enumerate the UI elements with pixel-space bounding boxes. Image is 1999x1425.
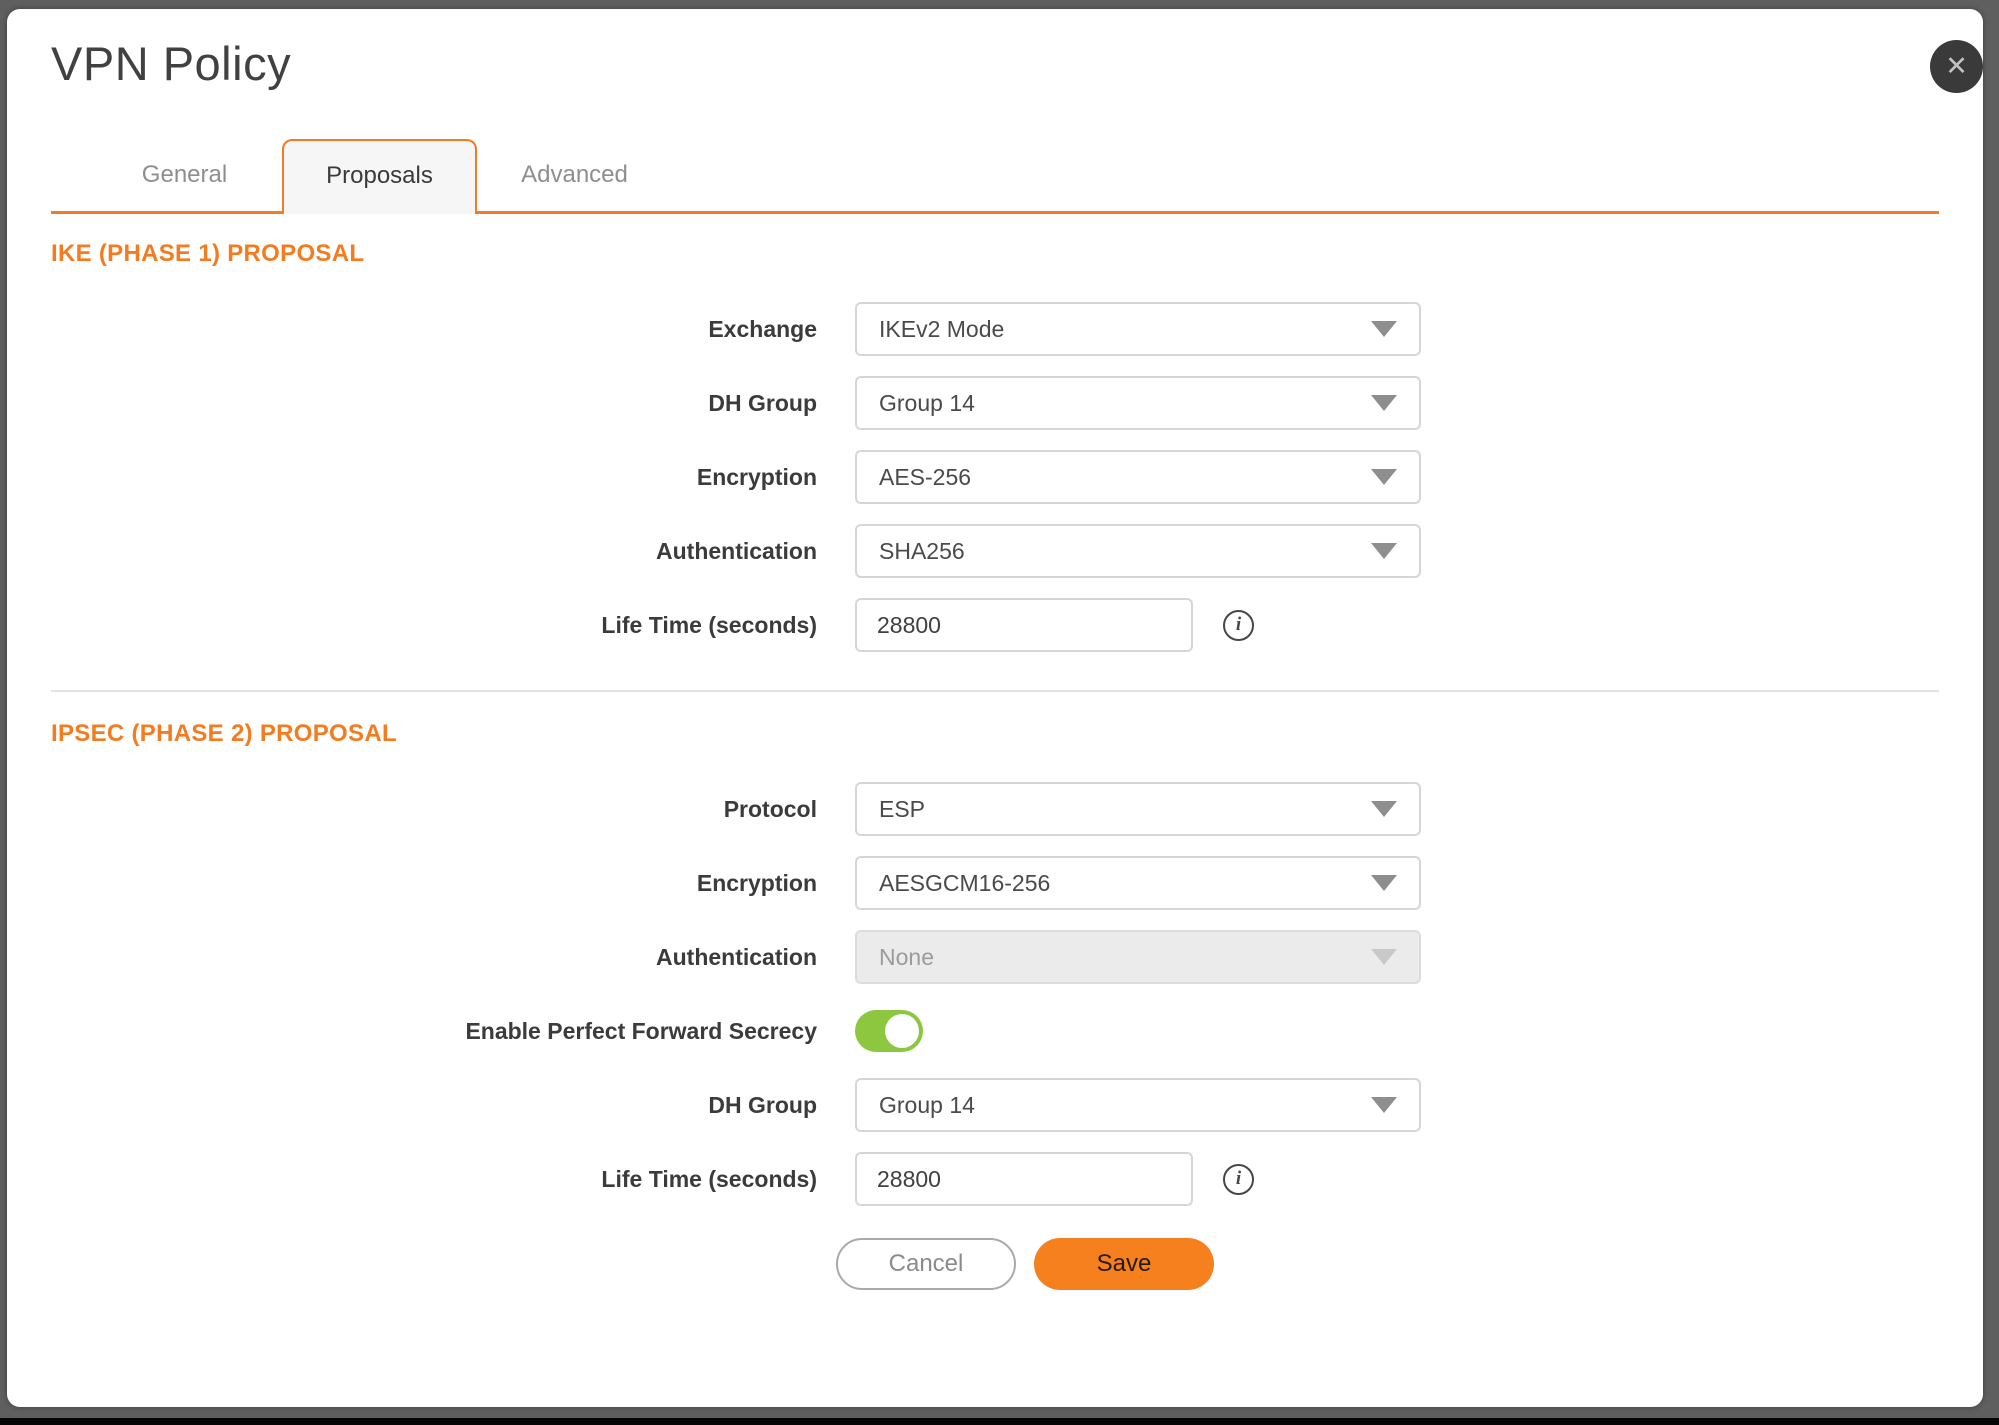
dh-group-selected-value: Group 14 bbox=[879, 390, 975, 417]
protocol-dropdown[interactable]: ESP bbox=[855, 782, 1421, 836]
authentication-p2-dropdown-disabled: None bbox=[855, 930, 1421, 984]
encryption-p2-selected-value: AESGCM16-256 bbox=[879, 870, 1050, 897]
encryption-p2-label: Encryption bbox=[51, 870, 817, 897]
encryption-selected-value: AES-256 bbox=[879, 464, 971, 491]
vpn-policy-dialog: VPN Policy General Proposals Advanced IK… bbox=[7, 9, 1983, 1407]
form-row-authentication-p2: Authentication None bbox=[51, 930, 1939, 984]
authentication-p2-label: Authentication bbox=[51, 944, 817, 971]
protocol-selected-value: ESP bbox=[879, 796, 925, 823]
form-row-pfs: Enable Perfect Forward Secrecy bbox=[51, 1004, 1939, 1058]
lifetime-p2-label: Life Time (seconds) bbox=[51, 1166, 817, 1193]
exchange-selected-value: IKEv2 Mode bbox=[879, 316, 1004, 343]
phase2-rows: Protocol ESP Encryption AESGCM16-256 Aut… bbox=[51, 782, 1939, 1206]
dh-group-dropdown[interactable]: Group 14 bbox=[855, 376, 1421, 430]
form-row-lifetime: Life Time (seconds) i bbox=[51, 598, 1939, 652]
phase1-rows: Exchange IKEv2 Mode DH Group Group 14 En… bbox=[51, 302, 1939, 652]
info-icon[interactable]: i bbox=[1223, 1164, 1254, 1195]
form-row-authentication: Authentication SHA256 bbox=[51, 524, 1939, 578]
protocol-label: Protocol bbox=[51, 796, 817, 823]
dh-group-p2-label: DH Group bbox=[51, 1092, 817, 1119]
form-row-exchange: Exchange IKEv2 Mode bbox=[51, 302, 1939, 356]
authentication-dropdown[interactable]: SHA256 bbox=[855, 524, 1421, 578]
tab-proposals[interactable]: Proposals bbox=[282, 139, 477, 211]
window-bottom-edge bbox=[0, 1418, 1999, 1425]
form-row-encryption-p2: Encryption AESGCM16-256 bbox=[51, 856, 1939, 910]
dialog-footer: Cancel Save bbox=[81, 1238, 1969, 1290]
encryption-dropdown[interactable]: AES-256 bbox=[855, 450, 1421, 504]
close-icon: ✕ bbox=[1945, 53, 1968, 80]
form-row-lifetime-p2: Life Time (seconds) i bbox=[51, 1152, 1939, 1206]
save-button[interactable]: Save bbox=[1034, 1238, 1214, 1290]
chevron-down-icon bbox=[1371, 875, 1397, 891]
chevron-down-icon bbox=[1371, 949, 1397, 965]
encryption-p2-dropdown[interactable]: AESGCM16-256 bbox=[855, 856, 1421, 910]
authentication-label: Authentication bbox=[51, 538, 817, 565]
pfs-label: Enable Perfect Forward Secrecy bbox=[51, 1018, 817, 1045]
toggle-knob bbox=[885, 1014, 919, 1048]
close-button[interactable]: ✕ bbox=[1930, 40, 1983, 93]
dh-group-label: DH Group bbox=[51, 390, 817, 417]
chevron-down-icon bbox=[1371, 395, 1397, 411]
section-heading-ike-phase1: IKE (PHASE 1) PROPOSAL bbox=[51, 240, 1939, 268]
tab-bar: General Proposals Advanced bbox=[51, 139, 1939, 214]
tab-advanced[interactable]: Advanced bbox=[477, 139, 672, 211]
form-row-protocol: Protocol ESP bbox=[51, 782, 1939, 836]
encryption-label: Encryption bbox=[51, 464, 817, 491]
page-title: VPN Policy bbox=[51, 36, 1939, 91]
exchange-dropdown[interactable]: IKEv2 Mode bbox=[855, 302, 1421, 356]
dh-group-p2-selected-value: Group 14 bbox=[879, 1092, 975, 1119]
section-divider bbox=[51, 690, 1939, 692]
lifetime-label: Life Time (seconds) bbox=[51, 612, 817, 639]
chevron-down-icon bbox=[1371, 543, 1397, 559]
authentication-selected-value: SHA256 bbox=[879, 538, 965, 565]
form-row-dh-group-p2: DH Group Group 14 bbox=[51, 1078, 1939, 1132]
chevron-down-icon bbox=[1371, 801, 1397, 817]
info-icon[interactable]: i bbox=[1223, 610, 1254, 641]
section-heading-ipsec-phase2: IPSEC (PHASE 2) PROPOSAL bbox=[51, 720, 1939, 748]
dh-group-p2-dropdown[interactable]: Group 14 bbox=[855, 1078, 1421, 1132]
cancel-button[interactable]: Cancel bbox=[836, 1238, 1016, 1290]
chevron-down-icon bbox=[1371, 321, 1397, 337]
chevron-down-icon bbox=[1371, 469, 1397, 485]
authentication-p2-selected-value: None bbox=[879, 944, 934, 971]
form-row-dh-group: DH Group Group 14 bbox=[51, 376, 1939, 430]
tab-general[interactable]: General bbox=[87, 139, 282, 211]
chevron-down-icon bbox=[1371, 1097, 1397, 1113]
form-row-encryption: Encryption AES-256 bbox=[51, 450, 1939, 504]
lifetime-p2-input[interactable] bbox=[855, 1152, 1193, 1206]
exchange-label: Exchange bbox=[51, 316, 817, 343]
pfs-toggle[interactable] bbox=[855, 1010, 923, 1052]
lifetime-input[interactable] bbox=[855, 598, 1193, 652]
